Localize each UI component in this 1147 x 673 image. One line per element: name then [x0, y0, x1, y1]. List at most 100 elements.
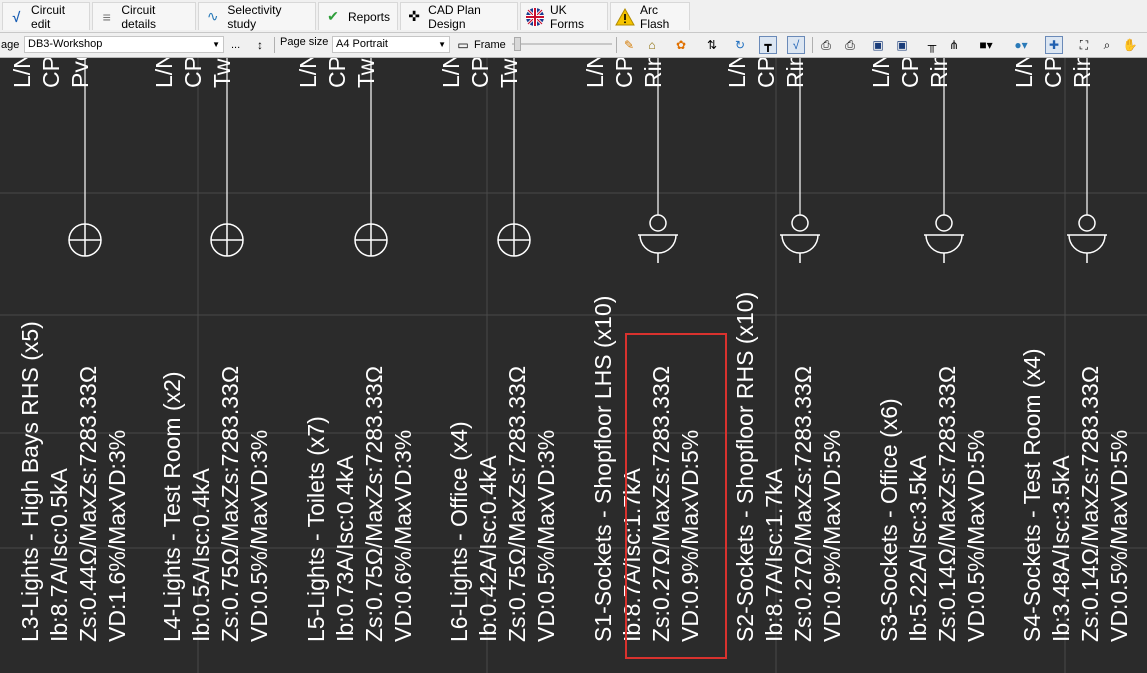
circuit-impedance: Zs:0.27Ω/MaxZs:7283.33Ω	[790, 366, 816, 642]
pencil-icon[interactable]: ✎	[620, 36, 638, 54]
house-icon[interactable]: ⌂	[643, 36, 661, 54]
circuit-current: Ib:5.22A/Isc:3.5kA	[905, 455, 931, 642]
socket-outlet-arc	[781, 234, 819, 254]
network-icon[interactable]: ⋔	[945, 36, 963, 54]
formula-icon[interactable]: √	[787, 36, 805, 54]
cable-label: CPC 1.5	[753, 58, 779, 88]
socket-outlet-arc	[925, 234, 963, 254]
dxf-import-icon[interactable]: ▣	[893, 36, 911, 54]
circuit-voltage-drop: VD:0.6%/MaxVD:3%	[390, 430, 416, 642]
socket-outlet-icon	[649, 214, 667, 232]
tab-circuit-details[interactable]: ≡ Circuit details	[92, 2, 196, 31]
tab-circuit-edit[interactable]: √ Circuit edit	[2, 2, 90, 31]
swap-icon[interactable]: ⇅	[703, 36, 721, 54]
zoom-slider[interactable]	[512, 37, 612, 51]
socket-outlet-arc	[1068, 234, 1106, 254]
cable-label: CPC 1mm	[324, 58, 350, 88]
tab-uk-forms[interactable]: UK Forms	[520, 2, 608, 31]
spin-icon[interactable]: ↕	[251, 36, 269, 54]
cable-label: Ring Tw	[926, 58, 952, 88]
tab-label: Circuit details	[121, 2, 157, 31]
dxf-export-icon[interactable]: ▣	[869, 36, 887, 54]
page-select-value: DB3-Workshop	[28, 38, 103, 50]
cable-label: L/N 2C+E	[438, 58, 464, 88]
page-size-select[interactable]: A4 Portrait ▼	[332, 36, 450, 53]
fit-screen-icon[interactable]: ⛶	[1075, 36, 1093, 54]
zoom-icon[interactable]: ⌕	[1098, 36, 1116, 54]
circuit-current: Ib:8.7A/Isc:1.7kA	[761, 467, 787, 642]
cable-label: CPC 1.5	[1040, 58, 1066, 88]
frame-label: Frame	[474, 39, 506, 51]
cable-label: CPC 1mm	[180, 58, 206, 88]
palette-icon[interactable]: ●▾	[1007, 36, 1035, 54]
tab-label: UK Forms	[550, 2, 584, 31]
tab-reports[interactable]: ✔ Reports	[318, 2, 398, 30]
cable-label: L/N 2x1.	[9, 58, 35, 88]
circuit-voltage-drop: VD:0.5%/MaxVD:5%	[963, 430, 989, 642]
page-more-button[interactable]: ...	[231, 33, 240, 57]
tree-layout-icon[interactable]: ┳	[759, 36, 777, 54]
circuit-name: S4-Sockets - Test Room (x4)	[1019, 348, 1045, 642]
circuit-current: Ib:0.42A/Isc:0.4kA	[475, 455, 501, 642]
circuit-name: L6-Lights - Office (x4)	[446, 421, 472, 642]
circuit-impedance: Zs:0.14Ω/MaxZs:7283.33Ω	[1077, 366, 1103, 642]
cable-label: CPC 1x2	[38, 58, 64, 88]
color-box-icon[interactable]: ■▾	[973, 36, 999, 54]
tab-label: Reports	[348, 9, 391, 24]
drawing-canvas[interactable]: L/N 2x1.CPC 1x2Pvc70/SA L3-Lights - High …	[0, 58, 1147, 673]
cable-label: L/N 2x2.	[1011, 58, 1037, 88]
tab-label: Circuit edit	[31, 2, 66, 31]
print-preview-icon[interactable]: ⎙	[841, 36, 859, 54]
separator	[616, 37, 617, 53]
socket-outlet-icon	[791, 214, 809, 232]
circuit-voltage-drop: VD:1.6%/MaxVD:3%	[104, 430, 130, 642]
print-icon[interactable]: ⎙	[817, 36, 835, 54]
circuit-impedance: Zs:0.75Ω/MaxZs:7283.33Ω	[504, 366, 530, 642]
tab-label: Arc Flash	[640, 2, 670, 31]
circuit-name: S2-Sockets - Shopfloor RHS (x10)	[732, 292, 758, 642]
separator	[274, 37, 275, 53]
circuit-voltage-drop: VD:0.9%/MaxVD:5%	[819, 430, 845, 642]
socket-outlet-icon	[935, 214, 953, 232]
cable-label: L/N 2C+E	[151, 58, 177, 88]
chevron-down-icon: ▼	[212, 40, 220, 49]
circuit-name: L5-Lights - Toilets (x7)	[303, 416, 329, 642]
puzzle-icon[interactable]: ✚	[1045, 36, 1063, 54]
cable-label: L/N 2x2.	[724, 58, 750, 88]
circuit-name: S1-Sockets - Shopfloor LHS (x10)	[590, 296, 616, 642]
circuit-impedance: Zs:0.75Ω/MaxZs:7283.33Ω	[217, 366, 243, 642]
highlight-box	[625, 333, 727, 659]
tab-label: CAD Plan Design	[428, 2, 481, 31]
socket-outlet-arc	[639, 234, 677, 254]
circuit-name: L3-Lights - High Bays RHS (x5)	[17, 321, 43, 642]
cable-label: Ring Tw	[640, 58, 666, 88]
cable-label: TwinFlat	[353, 58, 379, 88]
page-select[interactable]: DB3-Workshop ▼	[24, 36, 224, 53]
cable-label: TwinFlat	[496, 58, 522, 88]
pan-hand-icon[interactable]: ✋	[1121, 36, 1139, 54]
circuit-details-icon: ≡	[102, 8, 111, 25]
cable-label: Ring Tw	[1069, 58, 1095, 88]
page-label: age	[1, 39, 20, 51]
hierarchy-icon[interactable]: ╥	[923, 36, 941, 54]
cable-label: L/N 2x2.	[582, 58, 608, 88]
cable-label: TwinFlat	[209, 58, 235, 88]
selectivity-icon: ∿	[206, 8, 219, 24]
circuit-voltage-drop: VD:0.5%/MaxVD:3%	[533, 430, 559, 642]
circuit-name: S3-Sockets - Office (x6)	[876, 398, 902, 642]
page-size-value: A4 Portrait	[336, 38, 388, 50]
cable-label: Ring Tw	[782, 58, 808, 88]
tab-cad-plan-design[interactable]: ✜ CAD Plan Design	[400, 2, 518, 31]
tab-arc-flash[interactable]: Arc Flash	[610, 2, 690, 31]
tab-selectivity-study[interactable]: ∿ Selectivity study	[198, 2, 316, 31]
circuit-current: Ib:0.5A/Isc:0.4kA	[188, 467, 214, 642]
circuit-impedance: Zs:0.75Ω/MaxZs:7283.33Ω	[361, 366, 387, 642]
toolbar: age DB3-Workshop ▼ ... ↕ Page size A4 Po…	[0, 33, 1147, 58]
fan-icon[interactable]: ✿	[672, 36, 690, 54]
cad-plan-icon: ✜	[408, 8, 420, 24]
circuit-voltage-drop: VD:0.5%/MaxVD:3%	[246, 430, 272, 642]
refresh-icon[interactable]: ↻	[731, 36, 749, 54]
tab-label: Selectivity study	[227, 2, 282, 31]
separator	[812, 37, 813, 53]
cable-label: Pvc70/SA	[67, 58, 93, 88]
